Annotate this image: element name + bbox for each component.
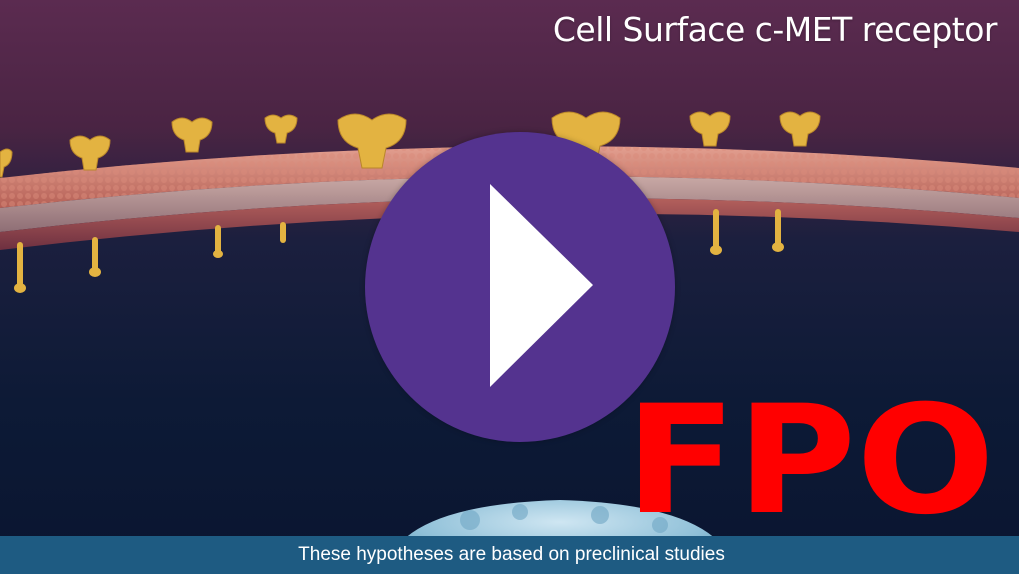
video-player[interactable]: Cell Surface c-MET receptor FPO These hy… [0, 0, 1019, 574]
play-button[interactable] [365, 132, 675, 442]
caption-bar: These hypotheses are based on preclinica… [0, 536, 1019, 574]
video-title: Cell Surface c-MET receptor [552, 10, 998, 49]
play-triangle-icon [490, 184, 593, 387]
caption-text: These hypotheses are based on preclinica… [298, 544, 725, 565]
fpo-watermark-text: FPO [625, 400, 995, 524]
fpo-watermark: FPO [625, 400, 995, 524]
